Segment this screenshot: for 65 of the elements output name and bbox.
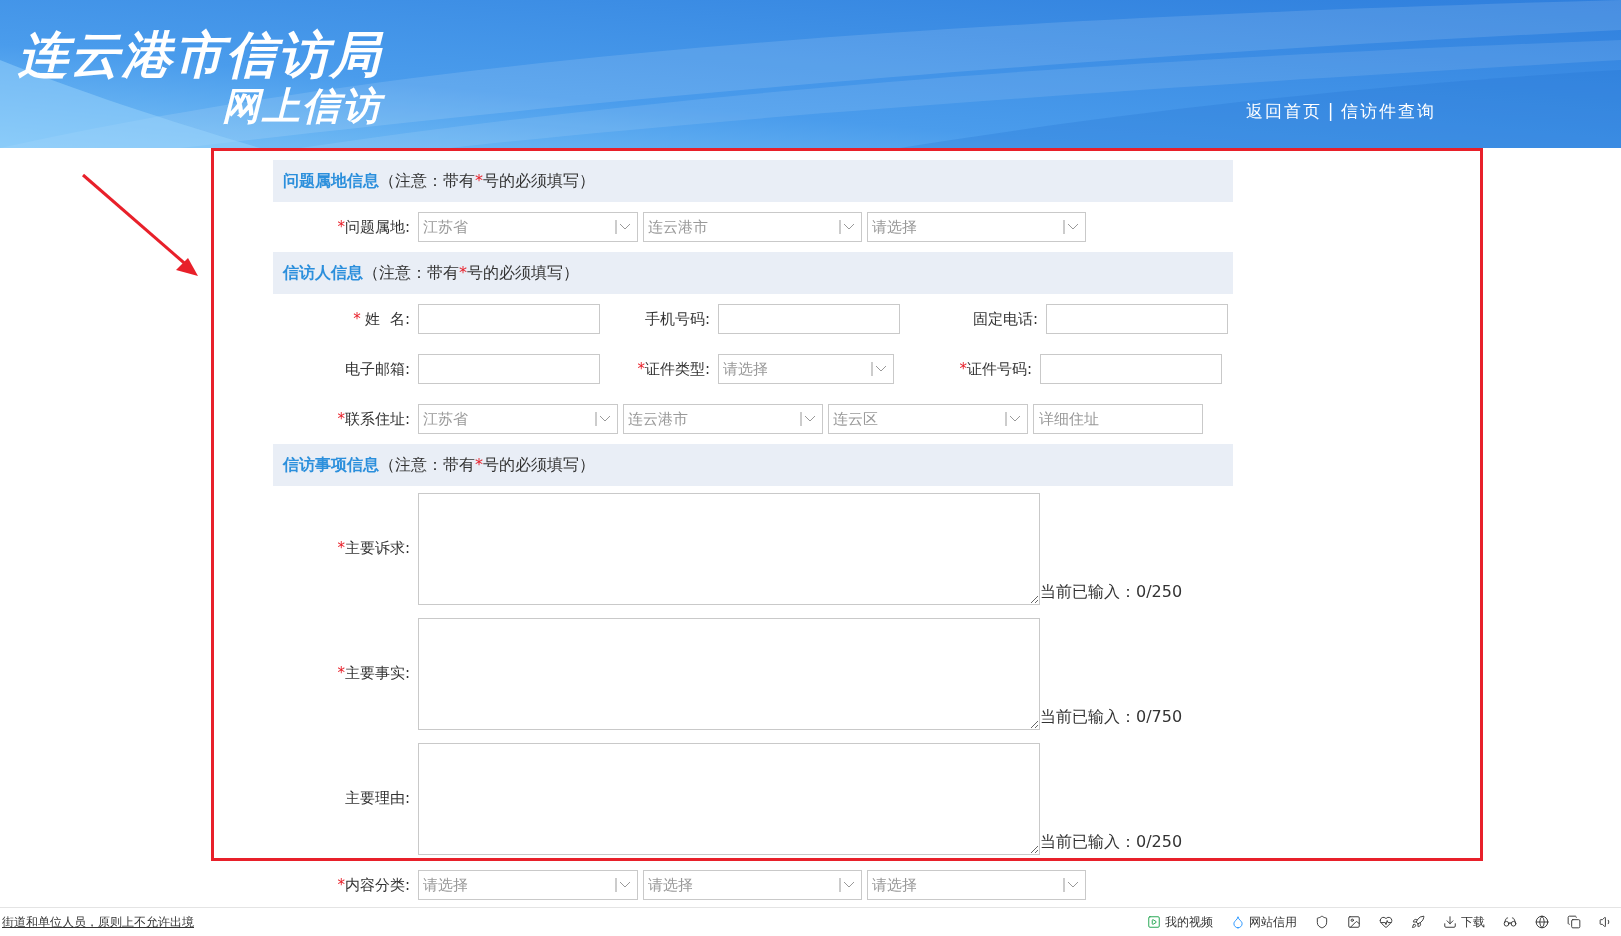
play-icon [1147,915,1161,929]
field-label: 电子邮箱: [343,359,411,379]
field-label: 主要理由: [343,789,411,808]
rocket-icon[interactable] [1411,915,1425,929]
caret-icon [800,411,818,427]
select-field[interactable]: 请选择 [867,212,1086,242]
link-separator: | [1327,101,1336,121]
droplet-icon [1231,915,1245,929]
section-title: 信访事项信息 [283,454,379,476]
image-icon[interactable] [1347,915,1361,929]
text-field[interactable] [418,354,600,384]
section-note: （注意：带有*号的必须填写） [379,454,595,476]
caret-icon [595,411,613,427]
section-title: 问题属地信息 [283,170,379,192]
select-field[interactable]: 江苏省 [418,212,638,242]
select-field[interactable]: 江苏省 [418,404,618,434]
caret-icon [839,877,857,893]
select-field[interactable]: 连云港市 [623,404,823,434]
select-field[interactable]: 请选择 [643,870,862,900]
home-link[interactable]: 返回首页 [1245,101,1322,121]
status-button[interactable]: 下载 [1443,913,1485,931]
field-label: *证件号码: [958,359,1033,379]
caret-icon [1005,411,1023,427]
field-label: *主要诉求: [336,539,411,558]
char-counter: 当前已输入：0/250 [1040,832,1183,853]
glasses-icon[interactable] [1503,915,1517,929]
field-label: *证件类型: [636,359,711,379]
download-icon [1443,915,1457,929]
query-link[interactable]: 信访件查询 [1341,101,1437,121]
address-field[interactable]: 详细住址 [1033,404,1203,434]
text-field[interactable] [1046,304,1228,334]
field-label: *内容分类: [336,875,411,895]
field-label: 手机号码: [643,309,711,329]
text-field[interactable] [418,304,600,334]
heart-pulse-icon[interactable] [1379,915,1393,929]
text-field[interactable] [1040,354,1222,384]
char-counter: 当前已输入：0/250 [1040,582,1183,603]
field-label: *问题属地: [336,217,411,237]
caret-icon [615,219,633,235]
char-counter: 当前已输入：0/750 [1040,707,1183,728]
site-title: 连云港市信访局 [18,26,382,84]
select-field[interactable]: 请选择 [718,354,894,384]
caret-icon [871,361,889,377]
caret-icon [839,219,857,235]
status-button[interactable]: 网站信用 [1231,913,1297,931]
field-label: *主要事实: [336,664,411,683]
section-note: （注意：带有*号的必须填写） [379,170,595,192]
select-field[interactable]: 连云港市 [643,212,862,242]
windows-icon[interactable] [1567,915,1581,929]
globe-icon[interactable] [1535,915,1549,929]
select-field[interactable]: 连云区 [828,404,1028,434]
shield-icon[interactable] [1315,915,1329,929]
field-label: 固定电话: [971,309,1039,329]
select-field[interactable]: 请选择 [418,870,638,900]
field-label: * 姓 名: [352,309,411,329]
caret-icon [1063,219,1081,235]
status-button[interactable]: 我的视频 [1147,913,1213,931]
field-label: *联系住址: [336,409,411,429]
section-note: （注意：带有*号的必须填写） [363,262,579,284]
text-field[interactable] [718,304,900,334]
caret-icon [615,877,633,893]
section-title: 信访人信息 [283,262,363,284]
select-field[interactable]: 请选择 [867,870,1086,900]
notice-link[interactable]: 街道和单位人员，原则上不允许出境 [2,913,194,931]
caret-icon [1063,877,1081,893]
